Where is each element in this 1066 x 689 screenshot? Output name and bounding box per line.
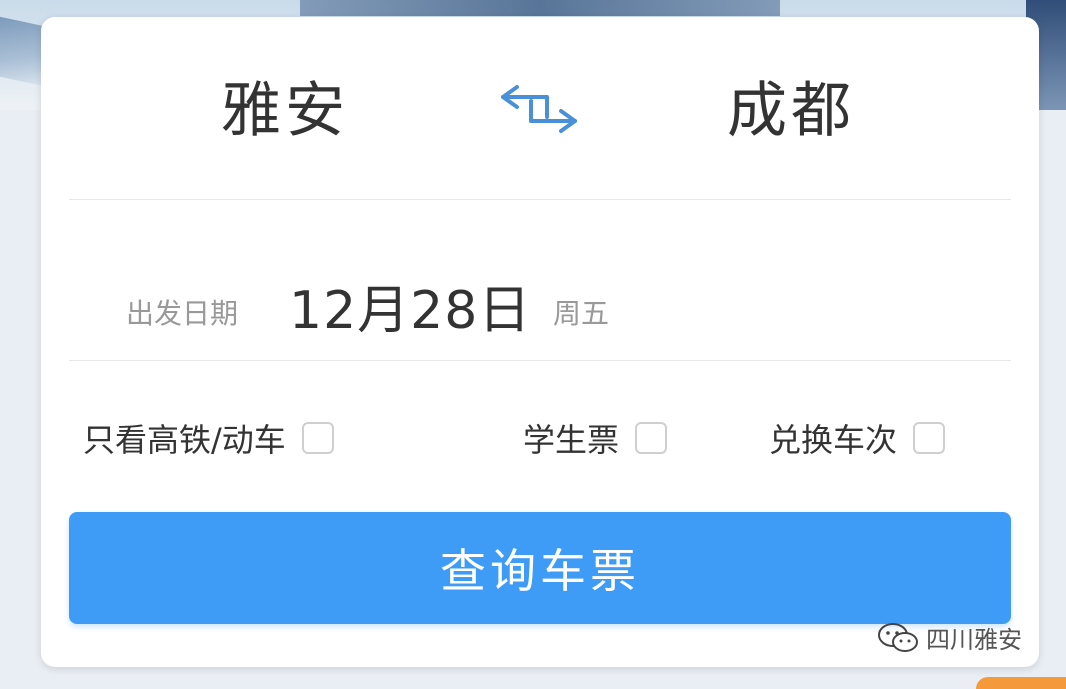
watermark-text: 四川雅安: [926, 626, 1022, 654]
option-exchange-train[interactable]: 兑换车次: [769, 415, 946, 461]
swap-arrows-icon: [501, 85, 577, 133]
date-selector[interactable]: 出发日期 12月28日 周五: [41, 200, 1039, 360]
ticket-search-card: 雅安 成都 出发日期 12月28日 周五 只看高铁/动车 学生票 兑换车次 查询…: [41, 17, 1039, 667]
background-orange-tab: [976, 677, 1066, 689]
route-selector: 雅安 成都: [41, 17, 1039, 200]
option-label: 兑换车次: [769, 421, 898, 459]
arrival-city[interactable]: 成都: [727, 75, 855, 147]
exchange-train-checkbox[interactable]: [913, 422, 946, 454]
option-student-ticket[interactable]: 学生票: [523, 415, 668, 461]
ticket-options: 只看高铁/动车 学生票 兑换车次: [41, 397, 1039, 477]
divider: [69, 360, 1011, 361]
wechat-icon: [878, 622, 918, 652]
date-value[interactable]: 12月28日: [289, 268, 531, 343]
departure-city[interactable]: 雅安: [221, 75, 349, 147]
watermark: 四川雅安: [876, 620, 1022, 655]
student-ticket-checkbox[interactable]: [635, 422, 668, 454]
background-decoration-top: [300, 0, 780, 16]
high-speed-only-checkbox[interactable]: [301, 422, 334, 454]
date-weekday: 周五: [553, 297, 610, 330]
option-label: 学生票: [523, 421, 620, 459]
option-label: 只看高铁/动车: [83, 421, 286, 459]
date-label: 出发日期: [126, 297, 239, 330]
search-tickets-button[interactable]: 查询车票: [69, 512, 1011, 624]
option-high-speed-only[interactable]: 只看高铁/动车: [83, 415, 334, 461]
swap-cities-button[interactable]: [495, 77, 585, 147]
